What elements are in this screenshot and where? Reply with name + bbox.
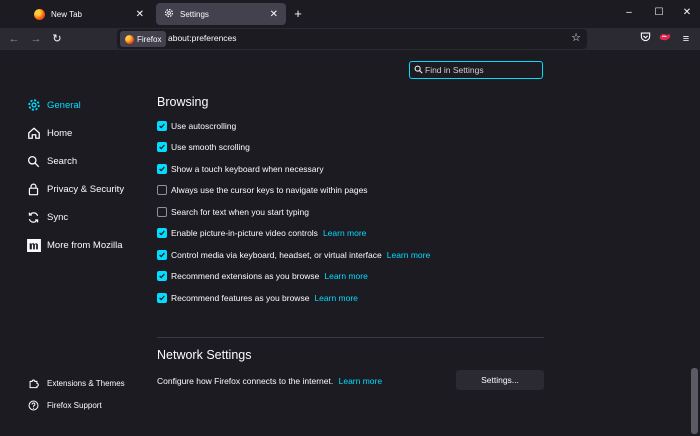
forward-button[interactable]: →: [27, 30, 45, 48]
tab-settings[interactable]: Settings ✕: [156, 3, 286, 25]
sync-icon: [26, 210, 41, 225]
tab-title: New Tab: [51, 9, 82, 19]
sidebar-item-search[interactable]: Search: [26, 152, 77, 170]
lock-icon: [26, 182, 41, 197]
network-description: Configure how Firefox connects to the in…: [157, 376, 382, 386]
new-tab-button[interactable]: +: [289, 5, 307, 23]
option-label: Use smooth scrolling: [171, 142, 250, 152]
back-button[interactable]: ←: [5, 30, 23, 48]
checkbox-checked[interactable]: [157, 293, 167, 303]
learn-more-link[interactable]: Learn more: [324, 271, 367, 281]
close-window-button[interactable]: ✕: [672, 0, 700, 28]
search-icon: [26, 154, 41, 169]
maximize-button[interactable]: ☐: [644, 0, 674, 28]
section-divider: [157, 337, 544, 338]
checkbox-checked[interactable]: [157, 142, 167, 152]
sidebar-item-firefox-support[interactable]: Firefox Support: [26, 396, 102, 414]
search-input[interactable]: [425, 63, 535, 77]
navigation-toolbar: ← → ↻ Firefox about:preferences ☆ ≡: [0, 28, 700, 50]
identity-box[interactable]: Firefox: [120, 31, 167, 47]
firefox-logo-icon: [34, 8, 45, 20]
sidebar-item-label: More from Mozilla: [47, 239, 123, 251]
tab-new-tab[interactable]: New Tab ✕: [26, 3, 152, 25]
bookmark-star-icon[interactable]: ☆: [571, 31, 581, 44]
sidebar-item-privacy-security[interactable]: Privacy & Security: [26, 180, 124, 198]
sidebar-item-label: Extensions & Themes: [47, 378, 125, 388]
menu-hamburger-icon[interactable]: ≡: [677, 30, 695, 48]
option-label: Recommend features as you browse: [171, 293, 310, 303]
sidebar-item-sync[interactable]: Sync: [26, 208, 68, 226]
option-media-control[interactable]: Control media via keyboard, headset, or …: [157, 248, 430, 262]
option-recommend-features[interactable]: Recommend features as you browse Learn m…: [157, 291, 358, 305]
network-description-text: Configure how Firefox connects to the in…: [157, 376, 334, 386]
gear-icon: [26, 98, 41, 113]
checkbox-unchecked[interactable]: [157, 185, 167, 195]
checkbox-checked[interactable]: [157, 164, 167, 174]
close-tab-icon[interactable]: ✕: [270, 9, 278, 20]
help-icon: [26, 398, 41, 413]
gear-icon: [164, 8, 174, 20]
search-icon: [414, 65, 423, 74]
option-autoscrolling[interactable]: Use autoscrolling: [157, 119, 236, 133]
option-label: Search for text when you start typing: [171, 207, 309, 217]
option-label: Recommend extensions as you browse: [171, 271, 320, 281]
sidebar-item-label: Firefox Support: [47, 400, 102, 410]
close-tab-icon[interactable]: ✕: [136, 9, 144, 20]
option-label: Use autoscrolling: [171, 121, 237, 131]
firefox-logo-icon: [125, 34, 134, 44]
section-heading-network-settings: Network Settings: [157, 348, 252, 362]
pocket-icon[interactable]: [636, 30, 654, 48]
option-label: Enable picture-in-picture video controls: [171, 228, 318, 238]
url-bar[interactable]: Firefox about:preferences ☆: [117, 29, 587, 49]
checkbox-unchecked[interactable]: [157, 207, 167, 217]
tab-strip: New Tab ✕ Settings ✕ + – ☐ ✕: [0, 0, 700, 28]
option-smooth-scrolling[interactable]: Use smooth scrolling: [157, 140, 250, 154]
option-touch-keyboard[interactable]: Show a touch keyboard when necessary: [157, 162, 324, 176]
extension-icon[interactable]: [656, 30, 674, 48]
sidebar-item-home[interactable]: Home: [26, 124, 72, 142]
tab-title: Settings: [180, 9, 209, 19]
option-search-on-typing[interactable]: Search for text when you start typing: [157, 205, 309, 219]
sidebar-item-label: Home: [47, 127, 73, 139]
mozilla-icon: [26, 238, 41, 253]
sidebar-item-label: Search: [47, 155, 78, 167]
reload-button[interactable]: ↻: [48, 30, 66, 48]
sidebar-item-label: General: [47, 99, 81, 111]
minimize-button[interactable]: –: [614, 0, 644, 28]
option-recommend-extensions[interactable]: Recommend extensions as you browse Learn…: [157, 269, 368, 283]
checkbox-checked[interactable]: [157, 250, 167, 260]
network-settings-button[interactable]: Settings...: [456, 370, 544, 390]
learn-more-link[interactable]: Learn more: [339, 376, 382, 386]
learn-more-link[interactable]: Learn more: [387, 250, 430, 260]
find-in-settings-box[interactable]: [409, 61, 543, 79]
url-text[interactable]: about:preferences: [168, 33, 237, 43]
option-cursor-keys[interactable]: Always use the cursor keys to navigate w…: [157, 183, 368, 197]
home-icon: [26, 126, 41, 141]
option-label: Show a touch keyboard when necessary: [171, 164, 324, 174]
checkbox-checked[interactable]: [157, 228, 167, 238]
checkbox-checked[interactable]: [157, 271, 167, 281]
option-label: Control media via keyboard, headset, or …: [171, 250, 382, 260]
learn-more-link[interactable]: Learn more: [323, 228, 366, 238]
checkbox-checked[interactable]: [157, 121, 167, 131]
sidebar-item-general[interactable]: General: [26, 96, 81, 114]
option-picture-in-picture[interactable]: Enable picture-in-picture video controls…: [157, 226, 366, 240]
sidebar-item-extensions-themes[interactable]: Extensions & Themes: [26, 374, 125, 392]
puzzle-icon: [26, 376, 41, 391]
sidebar-item-label: Sync: [47, 211, 69, 223]
scrollbar-thumb[interactable]: [691, 368, 698, 434]
sidebar-item-label: Privacy & Security: [47, 183, 125, 195]
option-label: Always use the cursor keys to navigate w…: [171, 185, 368, 195]
sidebar-item-more-from-mozilla[interactable]: More from Mozilla: [26, 236, 123, 254]
identity-label: Firefox: [137, 34, 162, 44]
learn-more-link[interactable]: Learn more: [314, 293, 357, 303]
section-heading-browsing: Browsing: [157, 95, 209, 109]
